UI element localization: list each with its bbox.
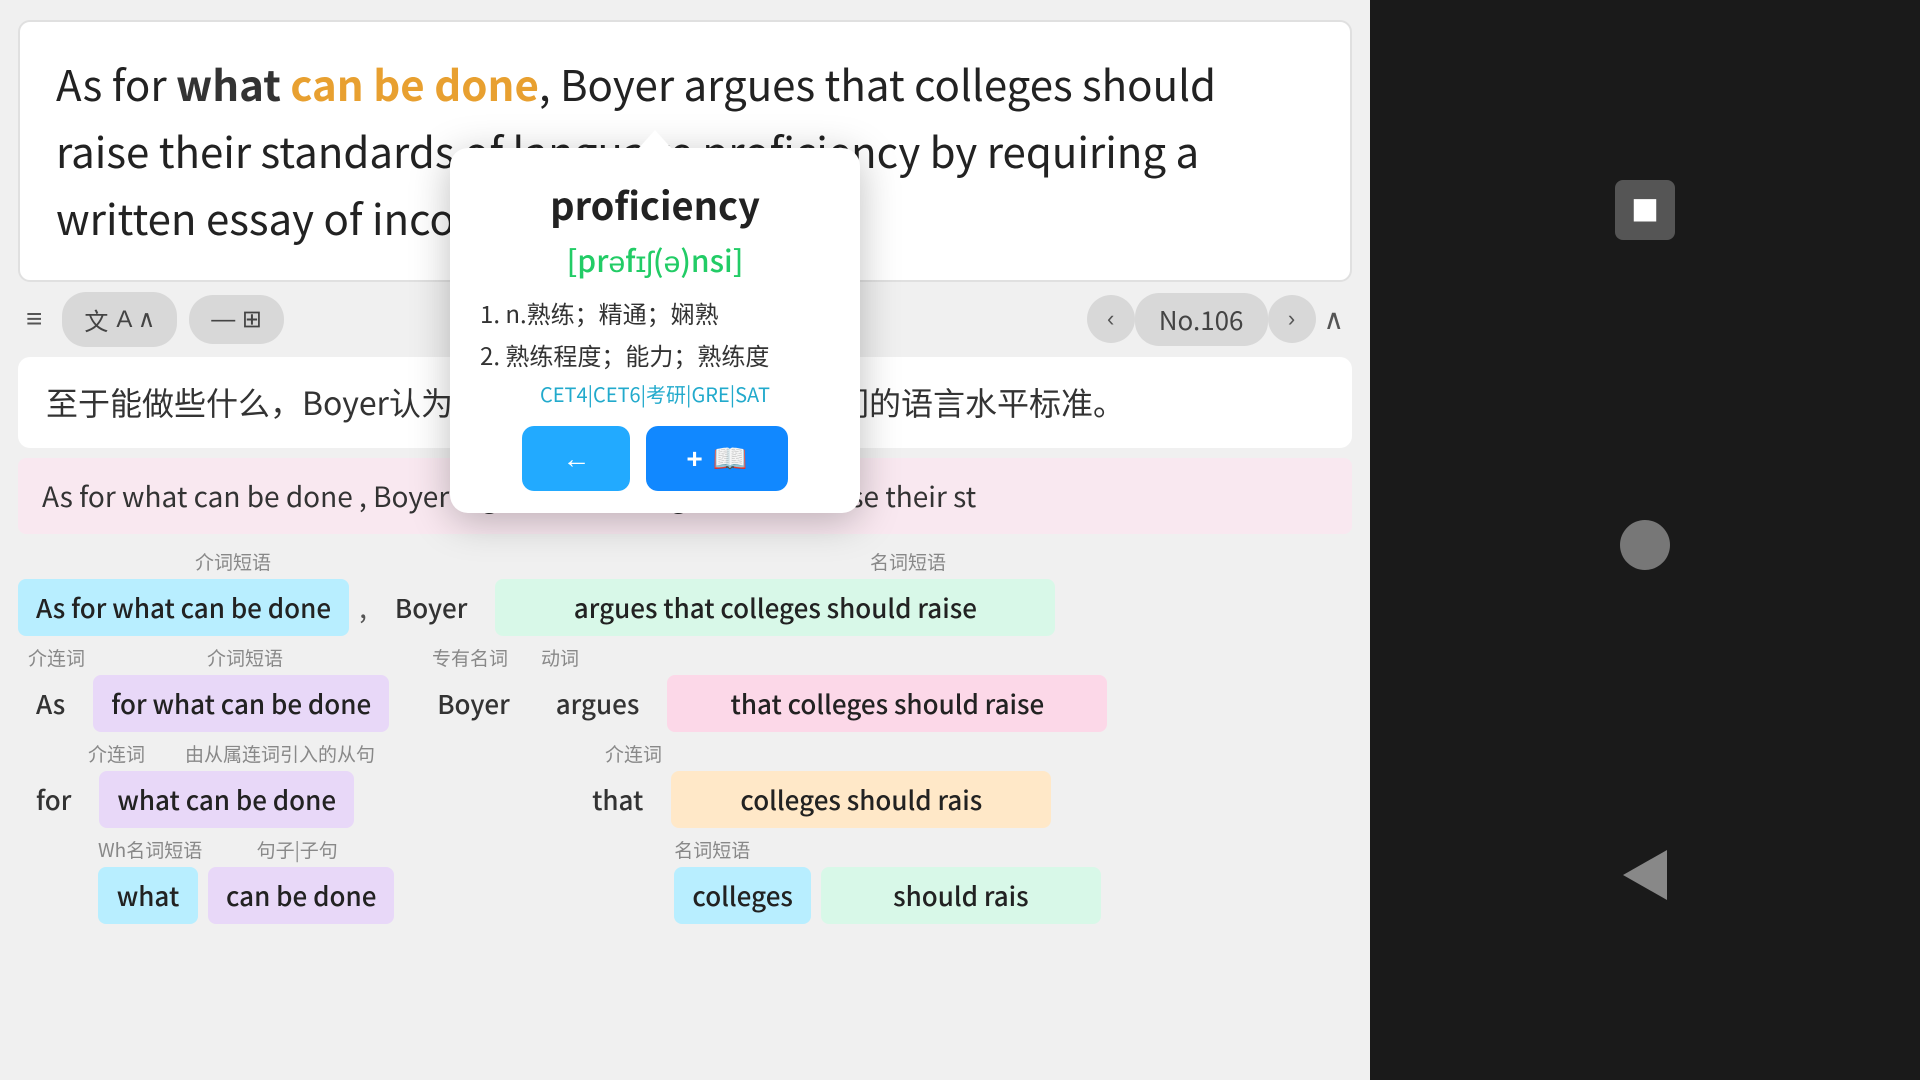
label-nounphrase1: 名词短语	[628, 548, 1188, 575]
right-sidebar: ■	[1370, 0, 1920, 1080]
hamburger-button[interactable]: ≡	[18, 295, 50, 343]
label-nounphrase2: 名词短语	[652, 836, 772, 863]
add-to-book-button[interactable]: + 📖	[646, 426, 787, 491]
layout-icon: — ⊞	[211, 305, 262, 334]
phrase-whatcanbe: what can be done	[99, 771, 354, 828]
translate-icon: 文	[84, 302, 108, 337]
label-prepphrase2: 介词短语	[110, 644, 380, 671]
back-icon: ←	[562, 443, 590, 475]
comma1: ,	[359, 587, 367, 627]
popup-tags: CET4|CET6|考研|GRE|SAT	[480, 379, 830, 408]
phrase-asforwhat: As for what can be done	[18, 579, 349, 636]
main-area: As for what can be done, Boyer argues th…	[0, 0, 1370, 1080]
label-subclause: 由从属连词引入的从句	[175, 740, 385, 767]
back-button[interactable]: ←	[522, 426, 630, 491]
prev-button[interactable]: ‹	[1087, 295, 1135, 343]
circle-icon[interactable]	[1620, 520, 1670, 570]
next-button[interactable]: ›	[1268, 295, 1316, 343]
dictionary-popup: proficiency [prəfɪʃ(ə)nsi] 1. n.熟练；精通；娴熟…	[450, 148, 860, 513]
grammar-section: 介词短语 名词短语 As for what can be done , Boye…	[0, 534, 1370, 938]
translate-button[interactable]: 文 A ∧	[62, 292, 177, 347]
label-prepphrase1: 介词短语	[78, 548, 388, 575]
translate-label: A ∧	[116, 305, 155, 334]
phrase-canbe: can be done	[208, 867, 394, 924]
add-icon: +	[686, 443, 702, 475]
phrase-collegesshouldrise: colleges should rais	[671, 771, 1051, 828]
stop-icon[interactable]: ■	[1615, 180, 1675, 240]
popup-def1: 1. n.熟练；精通；娴熟	[480, 295, 830, 331]
phrase-that: that	[574, 771, 661, 828]
label-conjunct1: 介连词	[28, 644, 85, 671]
popup-phonetic: [prəfɪʃ(ə)nsi]	[480, 237, 830, 281]
label-propernoun: 专有名词	[430, 644, 510, 671]
label-conjunct2: 介连词	[88, 740, 145, 767]
back-triangle-icon[interactable]	[1623, 850, 1667, 900]
chevron-button[interactable]: ∧	[1316, 295, 1353, 344]
phrase-as: As	[18, 675, 83, 732]
popup-buttons: ← + 📖	[480, 426, 830, 491]
phrase-what: what	[98, 867, 198, 924]
phrase-shouldraise: should rais	[821, 867, 1101, 924]
phrase-thatcolleges1: that colleges should raise	[667, 675, 1107, 732]
book-icon: 📖	[713, 442, 748, 475]
highlight-canbe: can be done	[290, 53, 539, 114]
popup-def2: 2. 熟练程度；能力；熟练度	[480, 337, 830, 373]
phrase-argues1: argues that colleges should raise	[495, 579, 1055, 636]
popup-arrow	[637, 130, 673, 150]
phrase-boyer1: Boyer	[377, 579, 486, 636]
label-conjunct3: 介连词	[605, 740, 662, 767]
phrase-for: for	[18, 771, 89, 828]
label-verb: 动词	[520, 644, 600, 671]
phrase-forwhat1: for what can be done	[93, 675, 389, 732]
layout-button[interactable]: — ⊞	[189, 295, 284, 344]
phrase-boyer2: Boyer	[419, 675, 528, 732]
highlight-what: what	[176, 53, 281, 114]
popup-word: proficiency	[480, 176, 830, 231]
label-wh: Wh名词短语	[98, 836, 202, 863]
nav-controls: ‹ No.106 › ∧	[1087, 293, 1352, 346]
phrase-argues2: argues	[538, 675, 658, 732]
label-sentence: 句子|子句	[222, 836, 372, 863]
card-number: No.106	[1135, 293, 1268, 346]
phrase-colleges: colleges	[674, 867, 810, 924]
